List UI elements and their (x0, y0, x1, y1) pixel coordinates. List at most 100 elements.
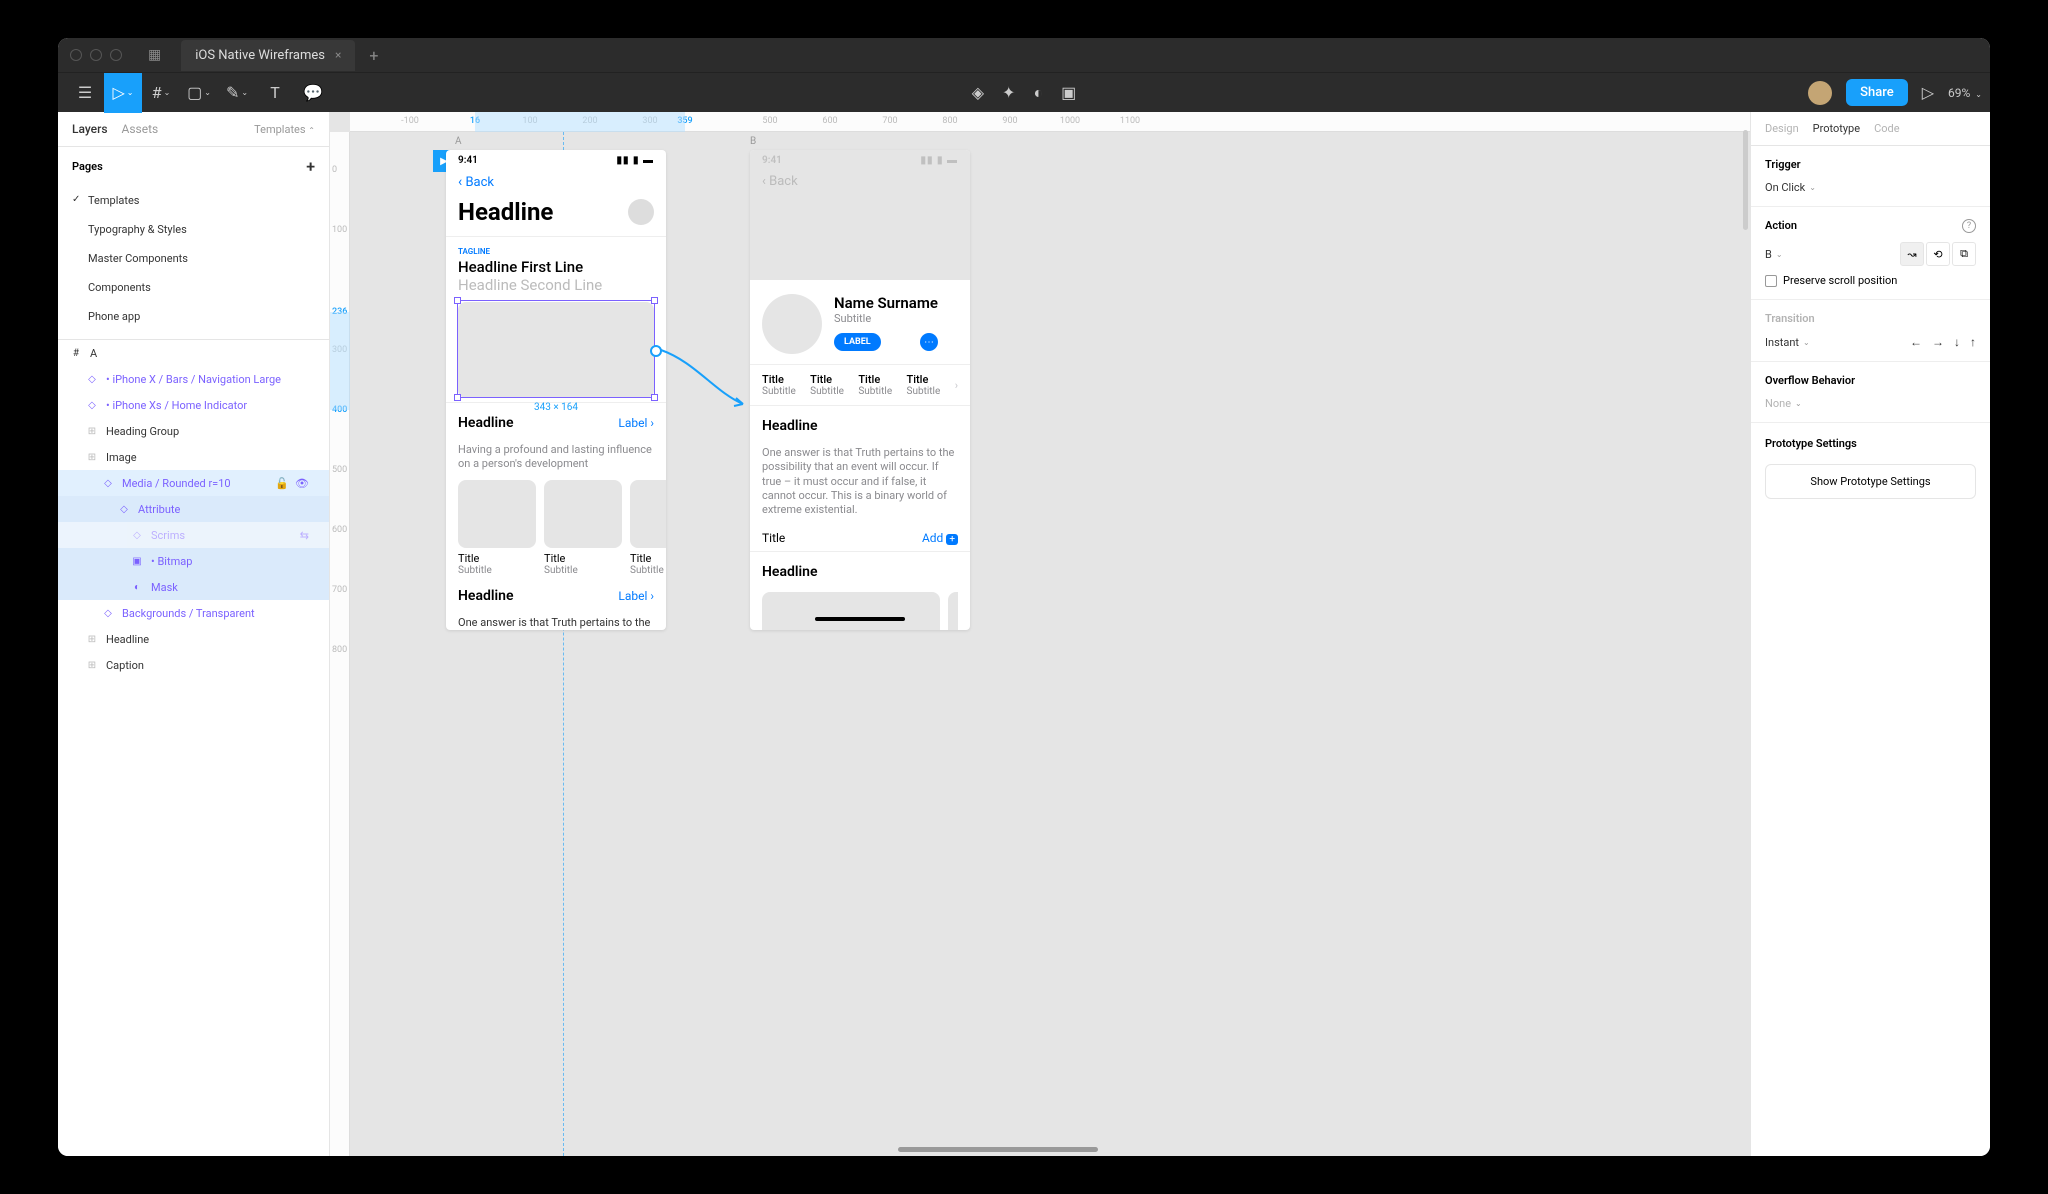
layer-nav-large[interactable]: ◇• iPhone X / Bars / Navigation Large (58, 366, 329, 392)
right-panel: Design Prototype Code Trigger On Click⌄ … (1750, 112, 1990, 1156)
layer-heading-group[interactable]: ⊞Heading Group (58, 418, 329, 444)
dir-up-icon[interactable]: ↑ (1970, 335, 1976, 349)
home-indicator (750, 608, 970, 630)
toolbar-center: ◈ ✦ ◐ ▣ (972, 83, 1077, 103)
tab-code[interactable]: Code (1874, 122, 1899, 135)
dir-left-icon[interactable]: ← (1910, 335, 1922, 349)
tab-design[interactable]: Design (1765, 122, 1799, 135)
canvas[interactable]: -100 16 100 200 300 359 500 600 700 800 … (330, 112, 1750, 1156)
union-icon[interactable]: ✦ (1002, 83, 1015, 103)
frame-tool[interactable]: #⌄ (142, 73, 180, 113)
overlay-icon[interactable]: ⧉ (1952, 242, 1976, 266)
profile-subtitle: Subtitle (834, 312, 938, 325)
hidden-icon[interactable]: ⇆ (300, 529, 309, 542)
tab-prototype[interactable]: Prototype (1813, 122, 1860, 135)
pen-tool[interactable]: ✎⌄ (218, 73, 256, 113)
layer-mask[interactable]: ◐Mask (58, 574, 329, 600)
comment-tool[interactable]: 💬 (294, 73, 332, 113)
avatar-placeholder (628, 199, 654, 225)
prototype-arrow (655, 342, 755, 422)
close-icon[interactable] (70, 49, 82, 61)
dir-right-icon[interactable]: → (1932, 335, 1944, 349)
frame-b[interactable]: 9:41▮▮ ▮ ▬ ‹ Back Name Surname Subtitle … (750, 150, 970, 630)
layer-image[interactable]: ⊞Image (58, 444, 329, 470)
layer-bitmap[interactable]: ▣• Bitmap (58, 548, 329, 574)
page-master[interactable]: Master Components (58, 244, 329, 273)
chevron-right-icon: › (955, 379, 958, 392)
share-button[interactable]: Share (1846, 79, 1908, 106)
tab-templates[interactable]: Templates ⌃ (254, 123, 315, 136)
page-templates[interactable]: Templates (58, 186, 329, 215)
maximize-icon[interactable] (110, 49, 122, 61)
boolean-icon[interactable]: ▣ (1061, 83, 1076, 103)
ruler-horizontal: -100 16 100 200 300 359 500 600 700 800 … (350, 112, 1750, 132)
action-target-select[interactable]: B⌄ (1765, 248, 1783, 261)
overflow-select[interactable]: None⌄ (1765, 397, 1976, 410)
lock-open-icon[interactable]: 🔓 (275, 477, 289, 490)
layer-attribute[interactable]: ◇Attribute (58, 496, 329, 522)
present-icon[interactable]: ▷ (1922, 83, 1934, 102)
layer-backgrounds[interactable]: ◇Backgrounds / Transparent (58, 600, 329, 626)
page-components[interactable]: Components (58, 273, 329, 302)
headline-second: Headline Second Line (446, 276, 666, 298)
layer-media-rounded[interactable]: ◇Media / Rounded r=10🔓👁 (58, 470, 329, 496)
preserve-scroll-label: Preserve scroll position (1783, 274, 1897, 287)
frame-label-a[interactable]: A (455, 136, 462, 147)
file-tab-label: iOS Native Wireframes (195, 48, 325, 63)
layer-scrims[interactable]: ◇Scrims⇆ (58, 522, 329, 548)
profile-name: Name Surname (834, 294, 938, 312)
layer-frame-a[interactable]: #A (58, 340, 329, 366)
page-typography[interactable]: Typography & Styles (58, 215, 329, 244)
rectangle-tool[interactable]: ▢⌄ (180, 73, 218, 113)
page-phone-app[interactable]: Phone app (58, 302, 329, 331)
label-pill: LABEL (834, 333, 881, 351)
add-page-button[interactable]: + (306, 157, 315, 176)
trigger-label: Trigger (1765, 158, 1976, 171)
tab-assets[interactable]: Assets (122, 122, 159, 136)
menu-icon[interactable]: ☰ (66, 73, 104, 113)
preserve-scroll-checkbox[interactable] (1765, 275, 1777, 287)
dir-down-icon[interactable]: ↓ (1954, 335, 1960, 349)
show-prototype-settings-button[interactable]: Show Prototype Settings (1765, 464, 1976, 499)
scrollbar-horizontal[interactable] (898, 1147, 1098, 1152)
text-tool[interactable]: T (256, 73, 294, 113)
prototype-connector-node[interactable] (650, 345, 662, 357)
user-avatar[interactable] (1808, 81, 1832, 105)
tab-layers[interactable]: Layers (72, 122, 108, 136)
app-window: ▦ iOS Native Wireframes × + ☰ ▷⌄ #⌄ ▢⌄ ✎… (58, 38, 1990, 1156)
action-label: Action (1765, 219, 1797, 232)
visibility-icon[interactable]: 👁 (295, 477, 309, 490)
profile-avatar (762, 294, 822, 354)
grid-icon[interactable]: ▦ (148, 47, 161, 63)
headline-first: Headline First Line (446, 256, 666, 276)
layer-home-indicator[interactable]: ◇• iPhone Xs / Home Indicator (58, 392, 329, 418)
frame-label-b[interactable]: B (750, 136, 756, 147)
move-tool[interactable]: ▷⌄ (104, 73, 142, 113)
overflow-label: Overflow Behavior (1765, 374, 1976, 387)
dimension-label: 343 × 164 (534, 402, 578, 413)
layer-list: #A ◇• iPhone X / Bars / Navigation Large… (58, 339, 329, 1156)
proto-settings-label: Prototype Settings (1765, 437, 1976, 450)
selection-box[interactable]: 343 × 164 (457, 300, 655, 398)
close-tab-icon[interactable]: × (335, 48, 341, 62)
minimize-icon[interactable] (90, 49, 102, 61)
component-icon[interactable]: ◈ (972, 83, 984, 103)
nav-back-button: ‹ Back (446, 170, 666, 194)
transition-select[interactable]: Instant⌄ (1765, 336, 1810, 349)
ruler-vertical: 0 100 236 300 400 500 600 700 800 (330, 132, 350, 1156)
section-body: Having a profound and lasting influence … (446, 443, 666, 480)
file-tab[interactable]: iOS Native Wireframes × (181, 40, 355, 71)
layer-headline[interactable]: ⊞Headline (58, 626, 329, 652)
help-icon[interactable]: ? (1962, 219, 1976, 233)
mask-icon[interactable]: ◐ (1033, 83, 1043, 103)
layer-caption[interactable]: ⊞Caption (58, 652, 329, 678)
scrollbar-vertical[interactable] (1743, 130, 1748, 230)
navigate-icon[interactable]: ↝ (1900, 242, 1924, 266)
titlebar: ▦ iOS Native Wireframes × + (58, 38, 1990, 72)
signal-icon: ▮▮ ▮ ▬ (617, 155, 654, 166)
add-tab-button[interactable]: + (369, 46, 378, 65)
trigger-select[interactable]: On Click⌄ (1765, 181, 1976, 194)
swap-icon[interactable]: ⟲ (1926, 242, 1950, 266)
add-button: Add + (922, 531, 958, 545)
zoom-level[interactable]: 69% ⌄ (1948, 86, 1982, 100)
